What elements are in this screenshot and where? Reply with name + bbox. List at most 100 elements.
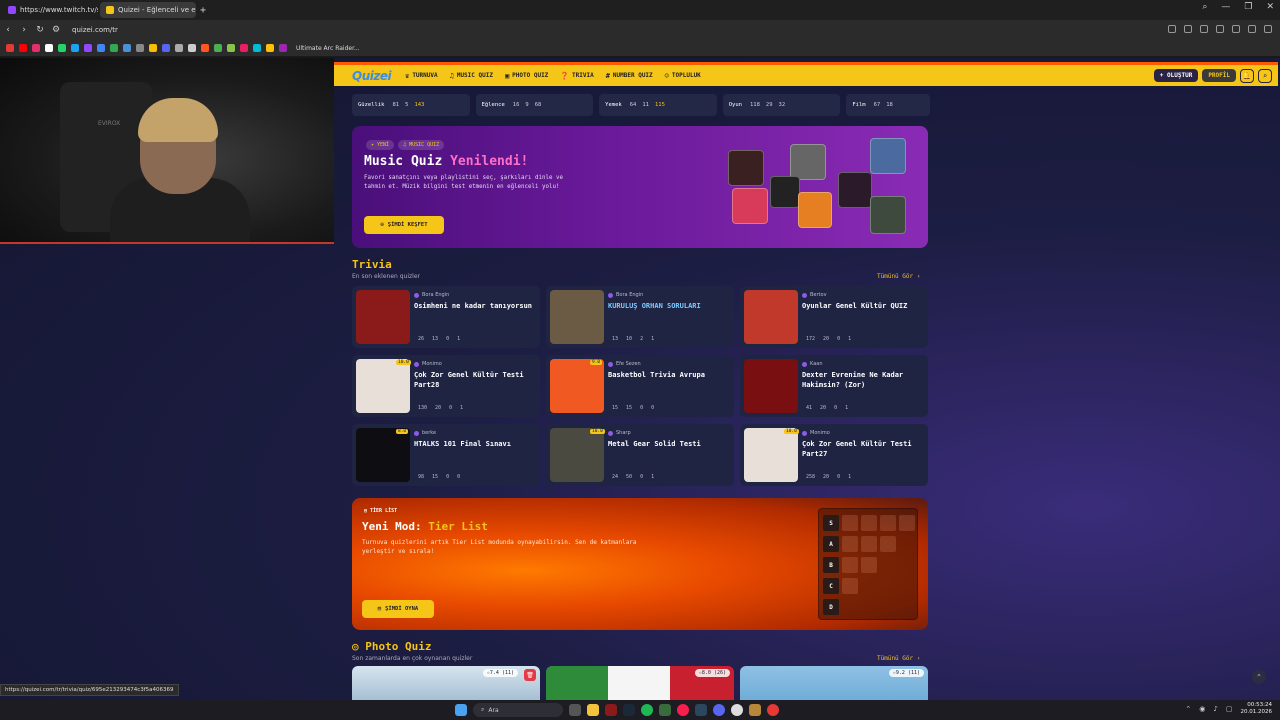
bookmark-icon[interactable] bbox=[227, 44, 235, 52]
tier-slot[interactable] bbox=[861, 515, 877, 531]
bookmark-icon[interactable] bbox=[201, 44, 209, 52]
site-info-icon[interactable]: ⚙ bbox=[48, 25, 64, 35]
search-icon[interactable]: ⌕ bbox=[1258, 68, 1272, 83]
quiz-author[interactable]: Sharp bbox=[608, 430, 631, 436]
create-button[interactable]: + OLUŞTUR bbox=[1153, 69, 1199, 82]
tier-slot[interactable] bbox=[861, 557, 877, 573]
site-logo[interactable]: Quizei bbox=[352, 69, 392, 83]
tier-slot[interactable] bbox=[842, 536, 858, 552]
bookmark-icon[interactable] bbox=[136, 44, 144, 52]
quiz-author[interactable]: Bora Engin bbox=[414, 292, 449, 298]
discord-icon[interactable] bbox=[713, 704, 725, 716]
bookmark-icon[interactable] bbox=[123, 44, 131, 52]
quiz-author[interactable]: Bertov bbox=[802, 292, 827, 298]
bookmark-icon[interactable] bbox=[19, 44, 27, 52]
quiz-author[interactable]: Monimo bbox=[414, 361, 442, 367]
tier-slot[interactable] bbox=[880, 536, 896, 552]
bookmark-icon[interactable] bbox=[214, 44, 222, 52]
bookmark-icon[interactable] bbox=[6, 44, 14, 52]
tray-chevron-icon[interactable]: ⌃ bbox=[1185, 705, 1191, 713]
tier-slot[interactable] bbox=[842, 515, 858, 531]
bookmark-icon[interactable] bbox=[71, 44, 79, 52]
nav-turnuva[interactable]: ♛ TURNUVA bbox=[405, 72, 438, 80]
notification-icon[interactable]: ▢ bbox=[1226, 705, 1233, 713]
quiz-card[interactable]: 9.0 Efe Sezen Basketbol Trivia Avrupa 15 15 0… bbox=[546, 355, 734, 417]
maximize-button[interactable]: ❐ bbox=[1244, 2, 1252, 12]
play-now-button[interactable]: ▤ ŞİMDİ OYNA bbox=[362, 600, 434, 618]
nav-number-quiz[interactable]: # NUMBER QUIZ bbox=[606, 72, 653, 80]
app-icon[interactable] bbox=[605, 704, 617, 716]
new-tab-button[interactable]: + bbox=[200, 5, 206, 16]
quiz-card[interactable]: Bora Engin Osimheni ne kadar tanıyorsun 26… bbox=[352, 286, 540, 348]
bookmark-icon[interactable] bbox=[84, 44, 92, 52]
quiz-author[interactable]: Monimo bbox=[802, 430, 830, 436]
forward-button[interactable]: › bbox=[16, 25, 32, 35]
quiz-card[interactable]: 10.0 Monimo Çok Zor Genel Kültür Testi Par… bbox=[352, 355, 540, 417]
task-view-icon[interactable] bbox=[569, 704, 581, 716]
bookmark-icon[interactable] bbox=[149, 44, 157, 52]
bookmark-icon[interactable] bbox=[266, 44, 274, 52]
quiz-card[interactable]: 10.0 Sharp Metal Gear Solid Testi 24 50 0 1 bbox=[546, 424, 734, 486]
photo-quiz-card[interactable]: ☆8.0 (26) bbox=[546, 666, 734, 700]
bookmark-icon[interactable] bbox=[279, 44, 287, 52]
bell-icon[interactable]: 🔔 bbox=[1240, 68, 1254, 83]
reload-button[interactable]: ↻ bbox=[32, 25, 48, 35]
photo-quiz-see-all-link[interactable]: Tümünü Gör › bbox=[877, 655, 920, 662]
category-card[interactable]: Oyun 118 29 32 bbox=[722, 94, 841, 116]
quiz-card[interactable]: Bertov Oyunlar Genel Kültür QUIZ 172 20 0 1 bbox=[740, 286, 928, 348]
bookmark-icon[interactable] bbox=[32, 44, 40, 52]
quiz-title[interactable]: HTALKS 101 Final Sınavı bbox=[414, 439, 536, 449]
close-window-button[interactable]: ✕ bbox=[1266, 2, 1274, 12]
delete-icon[interactable]: 🗑 bbox=[524, 669, 536, 681]
profile-button[interactable]: PROFİL bbox=[1202, 69, 1236, 82]
quiz-title[interactable]: Çok Zor Genel Kültür Testi Part28 bbox=[414, 370, 536, 390]
quiz-title[interactable]: Osimheni ne kadar tanıyorsun bbox=[414, 301, 536, 311]
nav-topluluk[interactable]: ☺ TOPLULUK bbox=[665, 72, 701, 80]
quiz-title[interactable]: Çok Zor Genel Kültür Testi Part27 bbox=[802, 439, 924, 459]
spotify-icon[interactable] bbox=[641, 704, 653, 716]
quiz-title[interactable]: Metal Gear Solid Testi bbox=[608, 439, 730, 449]
windows-start-icon[interactable] bbox=[455, 704, 467, 716]
quiz-card[interactable]: Kaan Dexter Evrenine Ne Kadar Hakimsin? (… bbox=[740, 355, 928, 417]
quiz-author[interactable]: Bora Engin bbox=[608, 292, 643, 298]
extension-icon[interactable] bbox=[1248, 25, 1256, 33]
nav-music-quiz[interactable]: ♫ MUSIC QUIZ bbox=[450, 72, 493, 80]
photo-quiz-card[interactable]: ☆9.2 (11) bbox=[740, 666, 928, 700]
category-card[interactable]: Güzellik 81 5 143 bbox=[352, 94, 470, 116]
bookmark-icon[interactable] bbox=[58, 44, 66, 52]
tier-slot[interactable] bbox=[842, 578, 858, 594]
nav-photo-quiz[interactable]: ▣ PHOTO QUIZ bbox=[505, 72, 548, 80]
quiz-title[interactable]: KURULUŞ ORHAN SORULARI bbox=[608, 301, 730, 311]
bookmark-icon[interactable] bbox=[45, 44, 53, 52]
quiz-card[interactable]: 10.0 Monimo Çok Zor Genel Kültür Testi Par… bbox=[740, 424, 928, 486]
volume-icon[interactable]: ♪ bbox=[1213, 705, 1217, 713]
quiz-card[interactable]: Bora Engin KURULUŞ ORHAN SORULARI 13 10 2 1 bbox=[546, 286, 734, 348]
youtube-icon[interactable] bbox=[767, 704, 779, 716]
category-card[interactable]: Yemek 64 11 115 bbox=[599, 94, 717, 116]
bookmark-icon[interactable] bbox=[240, 44, 248, 52]
quiz-card[interactable]: 8.0 berke HTALKS 101 Final Sınavı 98 15 0 0 bbox=[352, 424, 540, 486]
bookmark-icon[interactable] bbox=[188, 44, 196, 52]
category-card[interactable]: Eğlence 16 9 68 bbox=[475, 94, 594, 116]
tier-slot[interactable] bbox=[899, 515, 915, 531]
bookmark-icon[interactable] bbox=[253, 44, 261, 52]
opera-gx-icon[interactable] bbox=[677, 704, 689, 716]
extension-icon[interactable] bbox=[1168, 25, 1176, 33]
quiz-author[interactable]: Kaan bbox=[802, 361, 823, 367]
url-field[interactable]: quizei.com/tr bbox=[72, 26, 118, 34]
extension-icon[interactable] bbox=[1232, 25, 1240, 33]
back-button[interactable]: ‹ bbox=[0, 25, 16, 35]
quiz-title[interactable]: Basketbol Trivia Avrupa bbox=[608, 370, 730, 380]
category-card[interactable]: Film 67 18 bbox=[846, 94, 931, 116]
clock[interactable]: 00:53:24 20.01.2026 bbox=[1241, 702, 1273, 716]
extension-icon[interactable] bbox=[1184, 25, 1192, 33]
bookmark-icon[interactable] bbox=[97, 44, 105, 52]
bookmark-icon[interactable] bbox=[110, 44, 118, 52]
app-icon[interactable] bbox=[659, 704, 671, 716]
bookmark-icon[interactable] bbox=[162, 44, 170, 52]
extension-icon[interactable] bbox=[1200, 25, 1208, 33]
quiz-title[interactable]: Oyunlar Genel Kültür QUIZ bbox=[802, 301, 924, 311]
quiz-author[interactable]: berke bbox=[414, 430, 436, 436]
browser-tab-quizei[interactable]: Quizei - Eğlenceli ve etki ✕ bbox=[100, 2, 196, 18]
extension-icon[interactable] bbox=[1216, 25, 1224, 33]
